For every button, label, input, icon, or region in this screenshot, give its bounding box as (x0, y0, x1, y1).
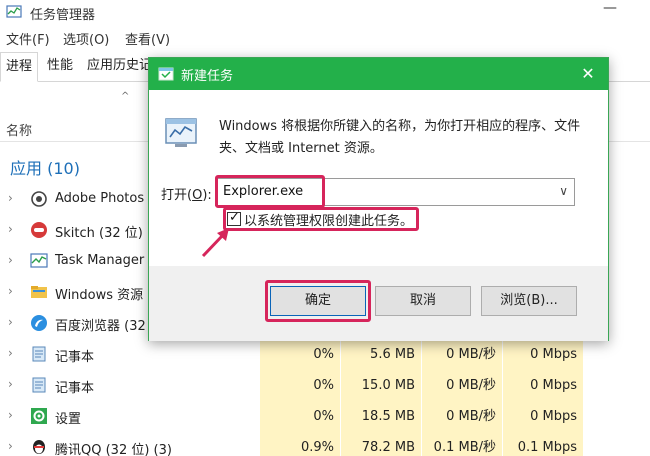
process-name: 腾讯QQ (32 位) (3) (55, 443, 172, 456)
process-name: Windows 资源 (55, 288, 144, 303)
window-title: 任务管理器 (30, 8, 96, 23)
column-header-name[interactable]: 名称 (6, 120, 32, 139)
sort-indicator-icon: ^ (121, 91, 130, 102)
task-manager-titlebar: 任务管理器 — (0, 0, 650, 26)
memory-cell: 15.0 MB (341, 370, 421, 401)
dialog-titlebar[interactable]: 新建任务 ✕ (149, 58, 608, 90)
process-name: 百度浏览器 (32 (55, 319, 146, 334)
cancel-button[interactable]: 取消 (375, 286, 471, 316)
network-cell: 0 Mbps (503, 339, 583, 370)
task-manager-app-icon (6, 5, 22, 18)
table-row[interactable]: › 记事本 0% 15.0 MB 0 MB/秒 0 Mbps (0, 370, 650, 401)
explorer-folder-icon (31, 286, 47, 298)
process-name: 设置 (55, 412, 82, 427)
process-name: Skitch (32 位) (55, 226, 143, 241)
cpu-cell: 0% (260, 401, 340, 432)
network-cell: 0 Mbps (503, 401, 583, 432)
network-cell: 0 Mbps (503, 370, 583, 401)
chevron-right-icon[interactable]: › (8, 315, 13, 329)
dialog-footer: 确定 取消 浏览(B)... (149, 266, 608, 341)
annotation-arrow-icon (201, 228, 229, 258)
cpu-cell: 0% (260, 370, 340, 401)
chevron-right-icon[interactable]: › (8, 253, 13, 267)
disk-cell: 0 MB/秒 (422, 370, 502, 401)
disk-cell: 0 MB/秒 (422, 339, 502, 370)
menu-file[interactable]: 文件(F) (6, 29, 50, 48)
process-name: 记事本 (55, 381, 95, 396)
minimize-button[interactable]: — (600, 0, 620, 22)
close-button[interactable]: ✕ (576, 63, 600, 85)
chevron-right-icon[interactable]: › (8, 191, 13, 205)
chevron-right-icon[interactable]: › (8, 346, 13, 360)
network-cell: 0.1 Mbps (503, 432, 583, 456)
chevron-right-icon[interactable]: › (8, 439, 13, 453)
table-row[interactable]: › 记事本 0% 5.6 MB 0 MB/秒 0 Mbps (0, 339, 650, 370)
process-group-apps: 应用 (10) (10, 159, 80, 178)
checkbox-highlight-box (223, 207, 419, 231)
notepad-icon (32, 377, 46, 393)
chevron-right-icon[interactable]: › (8, 222, 13, 236)
run-window-icon (158, 67, 174, 81)
qq-penguin-icon (33, 440, 45, 454)
menu-options[interactable]: 选项(O) (63, 29, 109, 48)
memory-cell: 5.6 MB (341, 339, 421, 370)
run-program-icon (165, 118, 197, 147)
table-row[interactable]: › 腾讯QQ (32 位) (3) 0.9% 78.2 MB 0.1 MB/秒 … (0, 432, 650, 456)
tab-performance[interactable]: 性能 (42, 52, 78, 82)
table-row[interactable]: › 设置 0% 18.5 MB 0 MB/秒 0 Mbps (0, 401, 650, 432)
memory-cell: 18.5 MB (341, 401, 421, 432)
chevron-down-icon[interactable]: ∨ (559, 184, 568, 198)
new-task-dialog: 新建任务 ✕ Windows 将根据你所键入的名称，为你打开相应的程序、文件夹、… (148, 57, 609, 341)
menu-bar: 文件(F) 选项(O) 查看(V) (0, 27, 650, 49)
disk-cell: 0 MB/秒 (422, 401, 502, 432)
chevron-right-icon[interactable]: › (8, 284, 13, 298)
chevron-right-icon[interactable]: › (8, 377, 13, 391)
menu-view[interactable]: 查看(V) (125, 29, 170, 48)
settings-gear-icon (31, 408, 47, 424)
photoshop-icon (31, 191, 47, 207)
process-name: Task Manager (55, 253, 145, 268)
tab-app-history[interactable]: 应用历史记 (82, 52, 157, 82)
input-highlight-box (215, 175, 325, 208)
disk-cell: 0.1 MB/秒 (422, 432, 502, 456)
open-label: 打开(O): (161, 188, 212, 203)
cpu-cell: 0% (260, 339, 340, 370)
skitch-icon (31, 222, 47, 238)
process-name: 记事本 (55, 350, 95, 365)
notepad-icon (32, 346, 46, 362)
chevron-right-icon[interactable]: › (8, 408, 13, 422)
ok-highlight-box (265, 280, 371, 322)
baidu-browser-icon (31, 315, 47, 331)
task-manager-icon (30, 253, 48, 268)
dialog-title: 新建任务 (181, 69, 234, 84)
tab-processes[interactable]: 进程 (0, 52, 39, 82)
cpu-cell: 0.9% (260, 432, 340, 456)
dialog-description: Windows 将根据你所键入的名称，为你打开相应的程序、文件夹、文档或 Int… (219, 119, 581, 156)
process-name: Adobe Photos (55, 191, 145, 206)
browse-button[interactable]: 浏览(B)... (481, 286, 577, 316)
memory-cell: 78.2 MB (341, 432, 421, 456)
